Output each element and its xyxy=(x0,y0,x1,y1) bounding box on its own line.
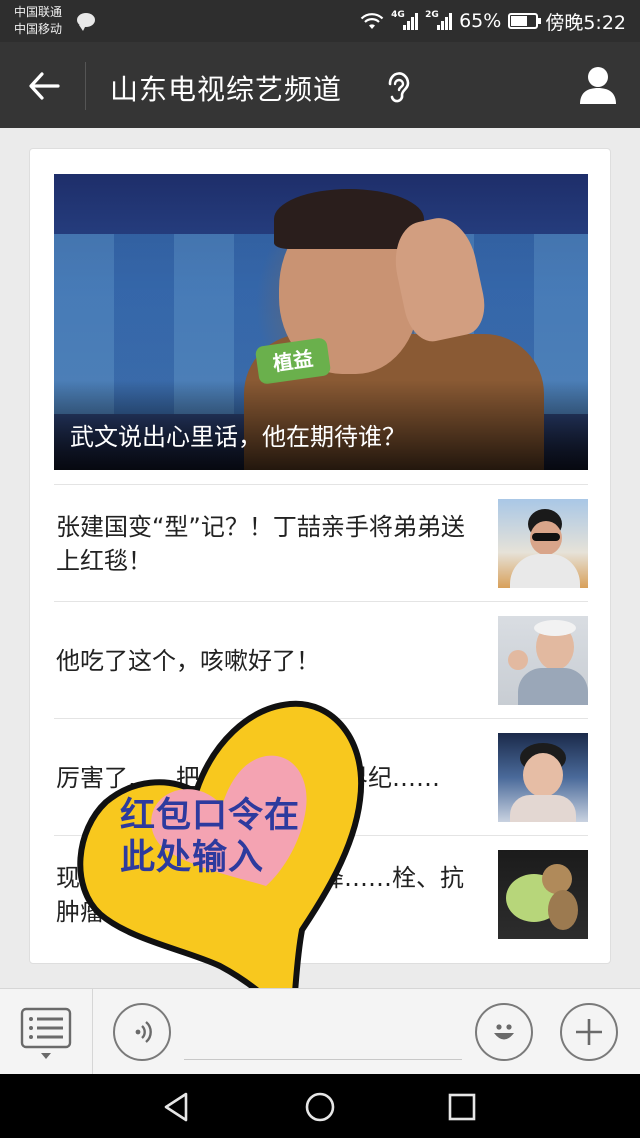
list-item-thumbnail xyxy=(498,850,588,939)
arrow-left-icon xyxy=(29,72,60,100)
battery-fill xyxy=(511,16,527,26)
list-item-thumbnail xyxy=(498,616,588,705)
system-navigation-bar xyxy=(0,1074,640,1138)
network-type-1: 4G xyxy=(391,10,405,20)
clock: 傍晚5:22 xyxy=(545,11,626,34)
more-button[interactable] xyxy=(560,1003,618,1061)
battery-percent: 65% xyxy=(459,10,502,32)
list-menu-icon xyxy=(20,1007,72,1059)
carrier-labels: 中国联通 中国移动 xyxy=(14,4,62,38)
page-title: 山东电视综艺频道 xyxy=(110,73,343,106)
battery-icon xyxy=(508,13,542,29)
voice-button[interactable] xyxy=(113,1003,171,1061)
status-indicators: 4G 2G 65% 傍晚5:22 xyxy=(360,0,626,42)
hero-article[interactable]: 植益 武文说出心里话，他在期待谁？ xyxy=(54,174,588,470)
voice-icon xyxy=(135,1021,152,1043)
emoji-button[interactable] xyxy=(475,1003,533,1061)
triangle-back-icon xyxy=(164,1092,188,1122)
signal-icon-2: 2G xyxy=(425,10,453,30)
list-item-title: 张建国变“型”记？！丁喆亲手将弟弟送上红毯！ xyxy=(56,512,465,575)
list-item-thumbnail xyxy=(498,499,588,588)
circle-home-icon xyxy=(305,1092,335,1122)
message-input[interactable] xyxy=(184,1059,462,1060)
ear-icon[interactable] xyxy=(384,70,414,106)
input-bar-divider xyxy=(92,989,93,1075)
nav-divider xyxy=(85,62,86,110)
signal-icon-1: 4G xyxy=(391,10,419,30)
red-packet-hint: 红包口令在 此处输入 xyxy=(120,795,300,879)
system-recents-button[interactable] xyxy=(445,1090,479,1124)
red-packet-hint-line-1: 红包口令在 xyxy=(120,796,301,836)
system-back-button[interactable] xyxy=(160,1090,194,1124)
back-button[interactable] xyxy=(22,64,66,108)
chat-input-bar xyxy=(0,988,640,1075)
red-packet-hint-line-2: 此处输入 xyxy=(120,838,265,878)
network-type-2: 2G xyxy=(425,10,439,20)
carrier-1: 中国联通 xyxy=(14,5,63,19)
carrier-2: 中国移动 xyxy=(14,22,63,36)
menu-toggle-button[interactable] xyxy=(20,1007,72,1061)
profile-button[interactable] xyxy=(578,64,618,106)
top-navigation-bar: 山东电视综艺频道 xyxy=(0,42,640,128)
status-bar: 中国联通 中国移动 4G 2G 65% 傍晚5:22 xyxy=(0,0,640,42)
plus-icon xyxy=(576,1019,602,1045)
person-icon xyxy=(580,67,616,104)
message-notification-icon xyxy=(77,13,95,31)
emoji-icon xyxy=(494,1024,514,1040)
hero-caption: 武文说出心里话，他在期待谁？ xyxy=(70,423,406,451)
system-home-button[interactable] xyxy=(303,1090,337,1124)
wifi-icon xyxy=(360,12,384,30)
list-item-thumbnail xyxy=(498,733,588,822)
square-recents-icon xyxy=(448,1093,476,1121)
list-item[interactable]: 张建国变“型”记？！丁喆亲手将弟弟送上红毯！ xyxy=(54,484,588,601)
